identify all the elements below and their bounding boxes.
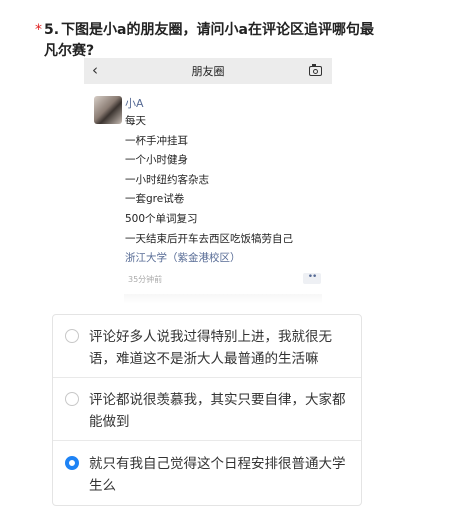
- post-content: 每天 一杯手冲挂耳 一个小时健身 一小时纽约客杂志 一套gre试卷 500个单词…: [125, 112, 325, 249]
- avatar: [94, 96, 122, 124]
- option-1[interactable]: 评论好多人说我过得特别上进，我就很无语，难道这不是浙大人最普通的生活嘛: [53, 315, 361, 377]
- post-line: 一套gre试卷: [125, 193, 185, 206]
- post-line: 一天结束后开车去西区吃饭犒劳自己: [125, 232, 293, 245]
- post-username: 小A: [125, 97, 144, 110]
- option-label: 评论好多人说我过得特别上进，我就很无语，难道这不是浙大人最普通的生活嘛: [89, 329, 332, 367]
- question-number: 5.: [44, 22, 60, 38]
- post-line: 500个单词复习: [125, 212, 198, 225]
- question-text: 下图是小a的朋友圈，请问小a在评论区追评哪句最凡尔赛?: [44, 22, 374, 59]
- moments-navbar: ‹ 朋友圈: [84, 58, 332, 84]
- required-mark: *: [35, 22, 42, 38]
- post-line: 每天: [125, 115, 146, 127]
- moments-title: 朋友圈: [191, 65, 225, 78]
- comment-area-edge: [124, 294, 322, 304]
- moments-screenshot: ‹ 朋友圈 小A 每天 一杯手冲挂耳 一个小时健身 一小时纽约客杂志 一套gre…: [84, 58, 332, 304]
- post-line: 一杯手冲挂耳: [125, 134, 188, 147]
- answer-options: 评论好多人说我过得特别上进，我就很无语，难道这不是浙大人最普通的生活嘛 评论都说…: [52, 314, 362, 506]
- option-2[interactable]: 评论都说很羡慕我，其实只要自律，大家都能做到: [53, 377, 361, 441]
- camera-icon: [309, 64, 322, 76]
- option-3[interactable]: 就只有我自己觉得这个日程安排很普通大学生么: [53, 440, 361, 506]
- option-label: 评论都说很羡慕我，其实只要自律，大家都能做到: [89, 392, 346, 430]
- post-line: 一个小时健身: [125, 154, 188, 167]
- more-options-icon: ••: [303, 273, 321, 284]
- radio-button-selected[interactable]: [65, 456, 79, 470]
- option-label: 就只有我自己觉得这个日程安排很普通大学生么: [89, 456, 346, 494]
- post-location: 浙江大学（紫金港校区）: [125, 252, 241, 264]
- radio-button[interactable]: [65, 392, 79, 406]
- post-line: 一小时纽约客杂志: [125, 173, 209, 186]
- radio-button[interactable]: [65, 329, 79, 343]
- question-title: * 5. 下图是小a的朋友圈，请问小a在评论区追评哪句最凡尔赛?: [35, 20, 374, 62]
- post-time: 35分钟前: [128, 275, 163, 284]
